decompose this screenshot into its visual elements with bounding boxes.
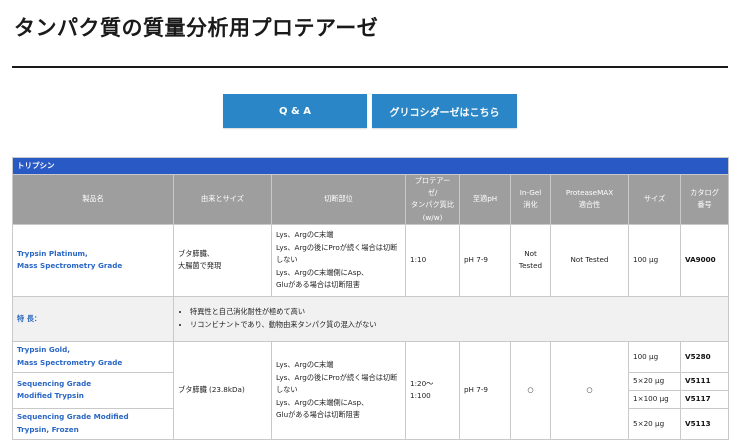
features-label: 特 長： [12, 295, 174, 342]
ratio-cell: 1:20～ 1:100 [405, 340, 460, 440]
col-header-ratio: プロテアーゼ/ タンパク質比 (w/w) [405, 174, 460, 225]
product-name-line: Trypsin Gold, [17, 345, 71, 355]
origin-cell: ブタ膵臓 (23.8kDa) [173, 340, 272, 440]
product-name-line: Trypsin, Frozen [17, 424, 79, 434]
table-row: Trypsin Platinum, Mass Spectrometry Grad… [12, 223, 730, 297]
origin-line: ブタ膵臓、 [178, 248, 214, 258]
catalog-cell: V5111 [679, 371, 730, 391]
product-name-line: Modified Trypsin [17, 391, 84, 401]
ph-cell: pH 7-9 [459, 340, 511, 440]
features-row: 特 長： 特異性と自己消化耐性が極めて高い リコンビナントであり、動物由来タンパ… [12, 295, 730, 342]
title-divider [12, 66, 728, 68]
ingel-cell: Not Tested [510, 223, 551, 297]
cleavage-line: Gluがある場合は切断阻害 [276, 280, 360, 290]
product-name-line: Mass Spectrometry Grade [17, 261, 123, 271]
ratio-cell: 1:10 [405, 223, 460, 297]
ingel-line: Tested [518, 261, 543, 271]
page-title: タンパク質の質量分析用プロテアーゼ [14, 16, 379, 40]
size-cell: 100 µg [628, 340, 681, 373]
cleavage-line: しない [276, 385, 298, 395]
col-header-ph: 至適pH [459, 174, 511, 225]
product-name-line: Mass Spectrometry Grade [17, 357, 123, 367]
col-header-origin: 由来とサイズ [173, 174, 272, 225]
catalog-cell: V5117 [679, 389, 730, 409]
size-cell: 1×100 µg [628, 389, 681, 409]
cleavage-cell: Lys、ArgのC末端 Lys、Argの後にProが続く場合は切断 しない Ly… [271, 340, 406, 440]
product-link-trypsin-platinum[interactable]: Trypsin Platinum, Mass Spectrometry Grad… [17, 248, 169, 273]
ph-cell: pH 7-9 [459, 223, 511, 297]
col-header-size: サイズ [628, 174, 681, 225]
qa-button[interactable]: Q & A [223, 94, 367, 128]
origin-cell: ブタ膵臓、 大腸菌で発現 [173, 223, 272, 297]
catalog-cell: V5280 [679, 340, 730, 373]
product-link-sequencing-grade-frozen[interactable]: Sequencing Grade Modified Trypsin, Froze… [17, 411, 169, 436]
col-header-product: 製品名 [12, 174, 174, 225]
cleavage-line: Lys、ArgのC末端 [276, 229, 334, 239]
col-header-cleavage: 切断部位 [271, 174, 406, 225]
product-link-trypsin-gold[interactable]: Trypsin Gold, Mass Spectrometry Grade [17, 344, 169, 369]
cleavage-line: Lys、Argの後にProが続く場合は切断 [276, 372, 398, 382]
feature-item: 特異性と自己消化耐性が極めて高い [190, 306, 724, 319]
product-name[interactable]: Sequencing Grade Modified Trypsin, Froze… [12, 407, 174, 440]
cleavage-line: Lys、ArgのC末端側にAsp、 [276, 267, 369, 277]
cleavage-line: しない [276, 255, 298, 265]
product-name[interactable]: Trypsin Gold, Mass Spectrometry Grade [12, 340, 174, 373]
product-name-line: Sequencing Grade Modified [17, 412, 129, 422]
table-row: Trypsin Gold, Mass Spectrometry Grade ブタ… [12, 340, 730, 440]
product-name[interactable]: Sequencing Grade Modified Trypsin [12, 371, 174, 409]
col-header-catalog: カタログ 番号 [679, 174, 730, 225]
origin-line: 大腸菌で発現 [178, 261, 222, 271]
features-cell: 特異性と自己消化耐性が極めて高い リコンビナントであり、動物由来タンパク質の混入… [172, 295, 730, 342]
catalog-cell: V5113 [679, 407, 730, 440]
glycosidase-button[interactable]: グリコシダーゼはこちら [372, 94, 517, 128]
column-headers: 製品名 由来とサイズ 切断部位 プロテアーゼ/ タンパク質比 (w/w) 至適p… [12, 174, 730, 225]
product-name-line: Sequencing Grade [17, 378, 92, 388]
size-cell: 100 µg [628, 223, 681, 297]
product-name[interactable]: Trypsin Platinum, Mass Spectrometry Grad… [12, 223, 174, 297]
col-header-ingel: In-Gel 消化 [510, 174, 551, 225]
cleavage-cell: Lys、ArgのC末端 Lys、Argの後にProが続く場合は切断 しない Ly… [271, 223, 406, 297]
feature-item: リコンビナントであり、動物由来タンパク質の混入がない [190, 319, 724, 332]
catalog-cell: VA9000 [679, 223, 730, 297]
category-header: トリプシン [11, 157, 730, 175]
size-cell: 5×20 µg [628, 371, 681, 391]
cleavage-line: Gluがある場合は切断阻害 [276, 410, 360, 420]
protease-table: トリプシン 製品名 由来とサイズ 切断部位 プロテアーゼ/ タンパク質比 (w/… [11, 157, 730, 440]
ratio-line: 1:100 [410, 391, 431, 401]
col-header-proteasemax: ProteaseMAX 適合性 [550, 174, 629, 225]
proteasemax-cell: Not Tested [550, 223, 629, 297]
proteasemax-cell: ○ [550, 340, 629, 440]
product-name-line: Trypsin Platinum, [17, 248, 88, 258]
cleavage-line: Lys、Argの後にProが続く場合は切断 [276, 242, 398, 252]
ratio-line: 1:20～ [410, 378, 434, 388]
cleavage-line: Lys、ArgのC末端側にAsp、 [276, 397, 369, 407]
product-link-sequencing-grade[interactable]: Sequencing Grade Modified Trypsin [17, 378, 169, 403]
ingel-cell: ○ [510, 340, 551, 440]
features-list: 特異性と自己消化耐性が極めて高い リコンビナントであり、動物由来タンパク質の混入… [178, 306, 724, 331]
cleavage-line: Lys、ArgのC末端 [276, 359, 334, 369]
ingel-line: Not [524, 248, 537, 258]
size-cell: 5×20 µg [628, 407, 681, 440]
